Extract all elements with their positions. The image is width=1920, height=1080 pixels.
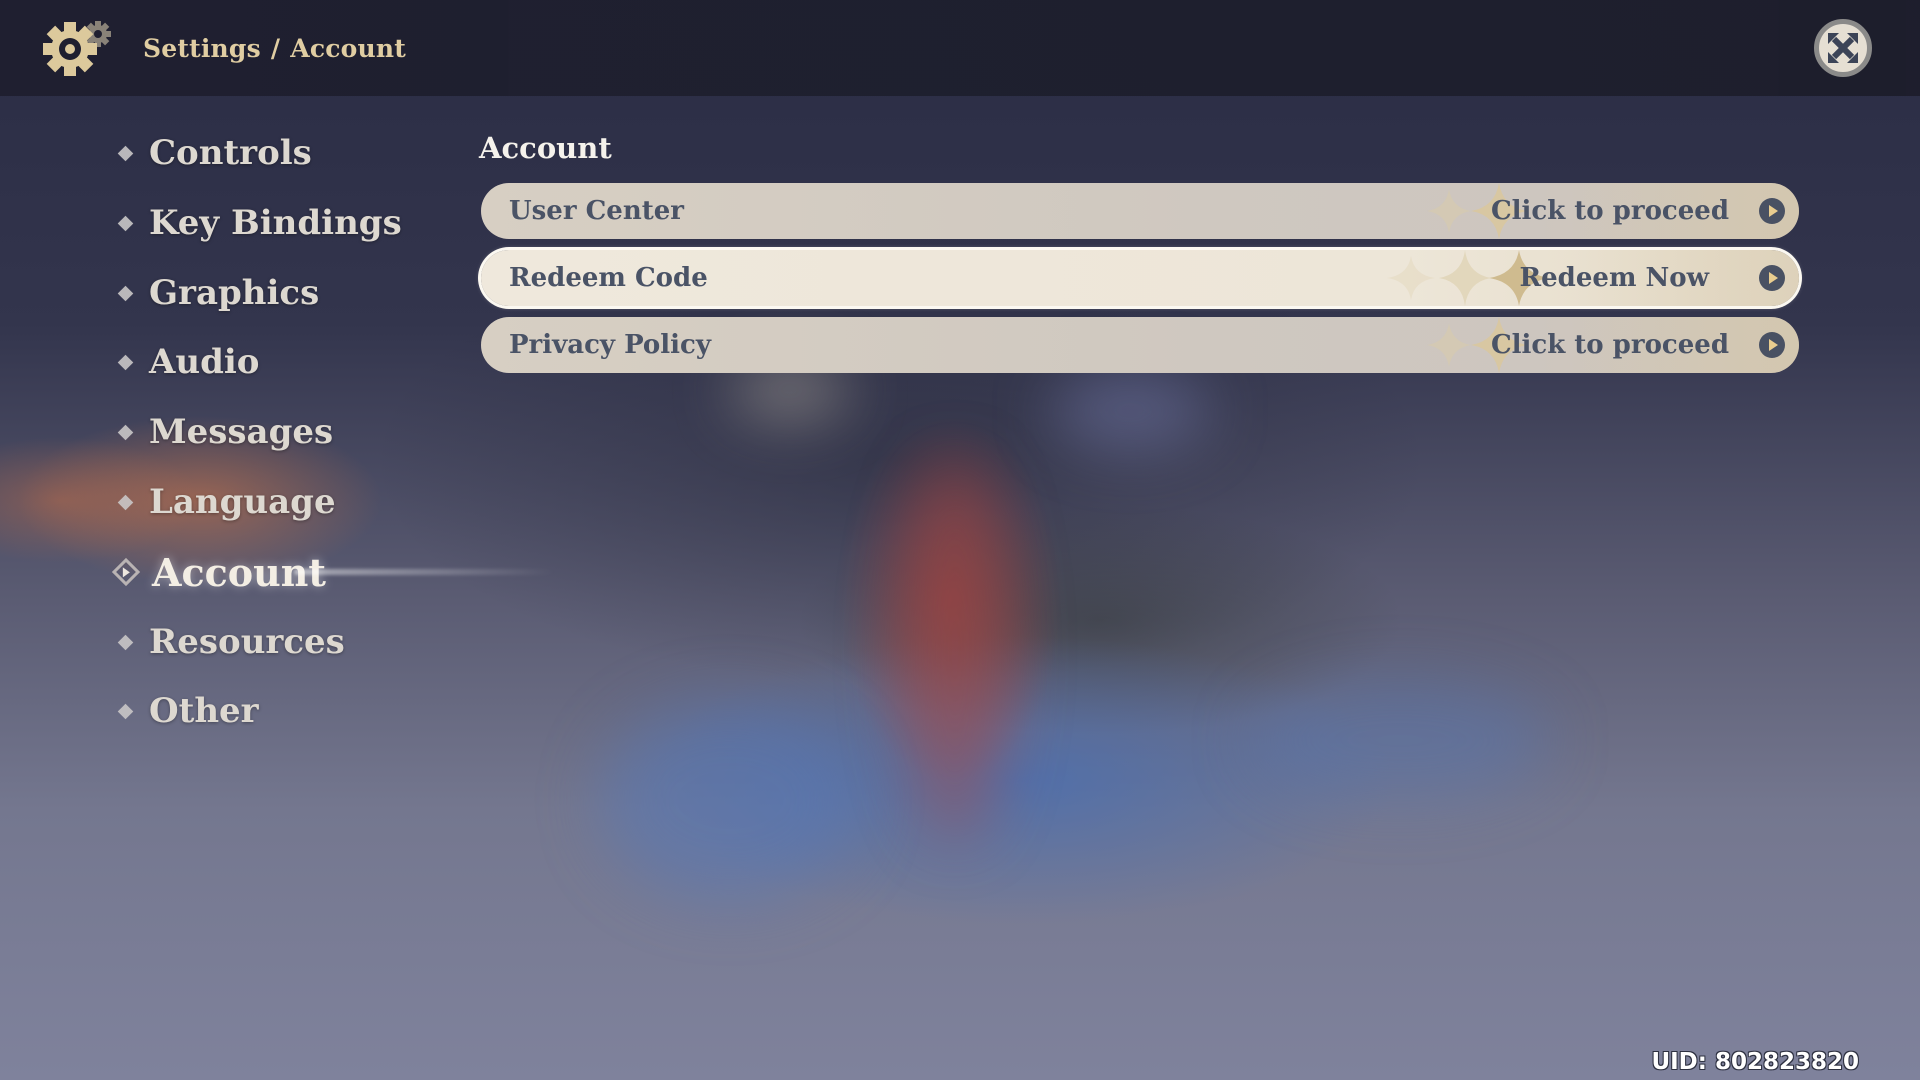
sidebar-item-controls[interactable]: Controls	[114, 123, 312, 183]
sidebar-item-language[interactable]: Language	[114, 472, 336, 532]
sidebar-item-messages[interactable]: Messages	[114, 402, 333, 462]
arrow-right-icon[interactable]	[1759, 265, 1785, 291]
breadcrumb-separator: /	[270, 33, 281, 63]
row-action-text: Redeem Now	[1519, 263, 1709, 293]
sidebar-item-audio[interactable]: Audio	[114, 332, 259, 392]
sidebar-item-other[interactable]: Other	[114, 681, 259, 741]
privacy-policy-row[interactable]: Privacy Policy Click to proceed	[481, 317, 1799, 373]
gear-icon	[40, 18, 116, 78]
sidebar-item-label: Key Bindings	[149, 203, 402, 243]
sidebar-item-label: Audio	[149, 342, 260, 382]
diamond-bullet-icon	[117, 215, 134, 231]
sidebar-item-label: Language	[149, 482, 336, 522]
arrow-right-icon[interactable]	[1759, 332, 1785, 358]
diamond-bullet-icon	[117, 354, 134, 370]
row-label: Redeem Code	[509, 263, 708, 293]
section-title: Account	[479, 131, 612, 165]
selection-glow	[294, 569, 554, 575]
diamond-bullet-icon	[117, 703, 134, 719]
close-button[interactable]	[1814, 19, 1872, 77]
sidebar-item-label: Controls	[149, 133, 312, 173]
uid-label: UID: 802823820	[1651, 1049, 1859, 1075]
sidebar-item-label: Graphics	[149, 273, 320, 313]
diamond-bullet-icon	[117, 634, 134, 650]
diamond-bullet-icon	[117, 285, 134, 301]
arrow-right-icon[interactable]	[1759, 198, 1785, 224]
row-label: User Center	[509, 196, 684, 226]
header-bar: Settings / Account	[0, 0, 1920, 96]
row-label: Privacy Policy	[509, 330, 711, 360]
redeem-code-row[interactable]: Redeem Code Redeem Now	[481, 250, 1799, 306]
row-action-text: Click to proceed	[1490, 196, 1729, 226]
sidebar-item-label: Other	[149, 691, 259, 731]
sidebar-item-key-bindings[interactable]: Key Bindings	[114, 193, 402, 253]
sidebar-item-account[interactable]: Account	[111, 542, 554, 602]
close-icon	[1828, 33, 1858, 63]
sidebar-item-label: Messages	[149, 412, 334, 452]
sidebar-item-resources[interactable]: Resources	[114, 612, 345, 672]
diamond-bullet-icon	[117, 424, 134, 440]
sidebar-item-label: Resources	[149, 622, 345, 662]
diamond-bullet-icon	[117, 494, 134, 510]
breadcrumb: Settings / Account	[143, 30, 406, 66]
selected-diamond-icon	[111, 557, 141, 587]
row-action-text: Click to proceed	[1490, 330, 1729, 360]
breadcrumb-account: Account	[290, 33, 407, 63]
diamond-bullet-icon	[117, 145, 134, 161]
user-center-row[interactable]: User Center Click to proceed	[481, 183, 1799, 239]
breadcrumb-settings[interactable]: Settings	[143, 34, 261, 63]
sidebar-item-graphics[interactable]: Graphics	[114, 263, 319, 323]
